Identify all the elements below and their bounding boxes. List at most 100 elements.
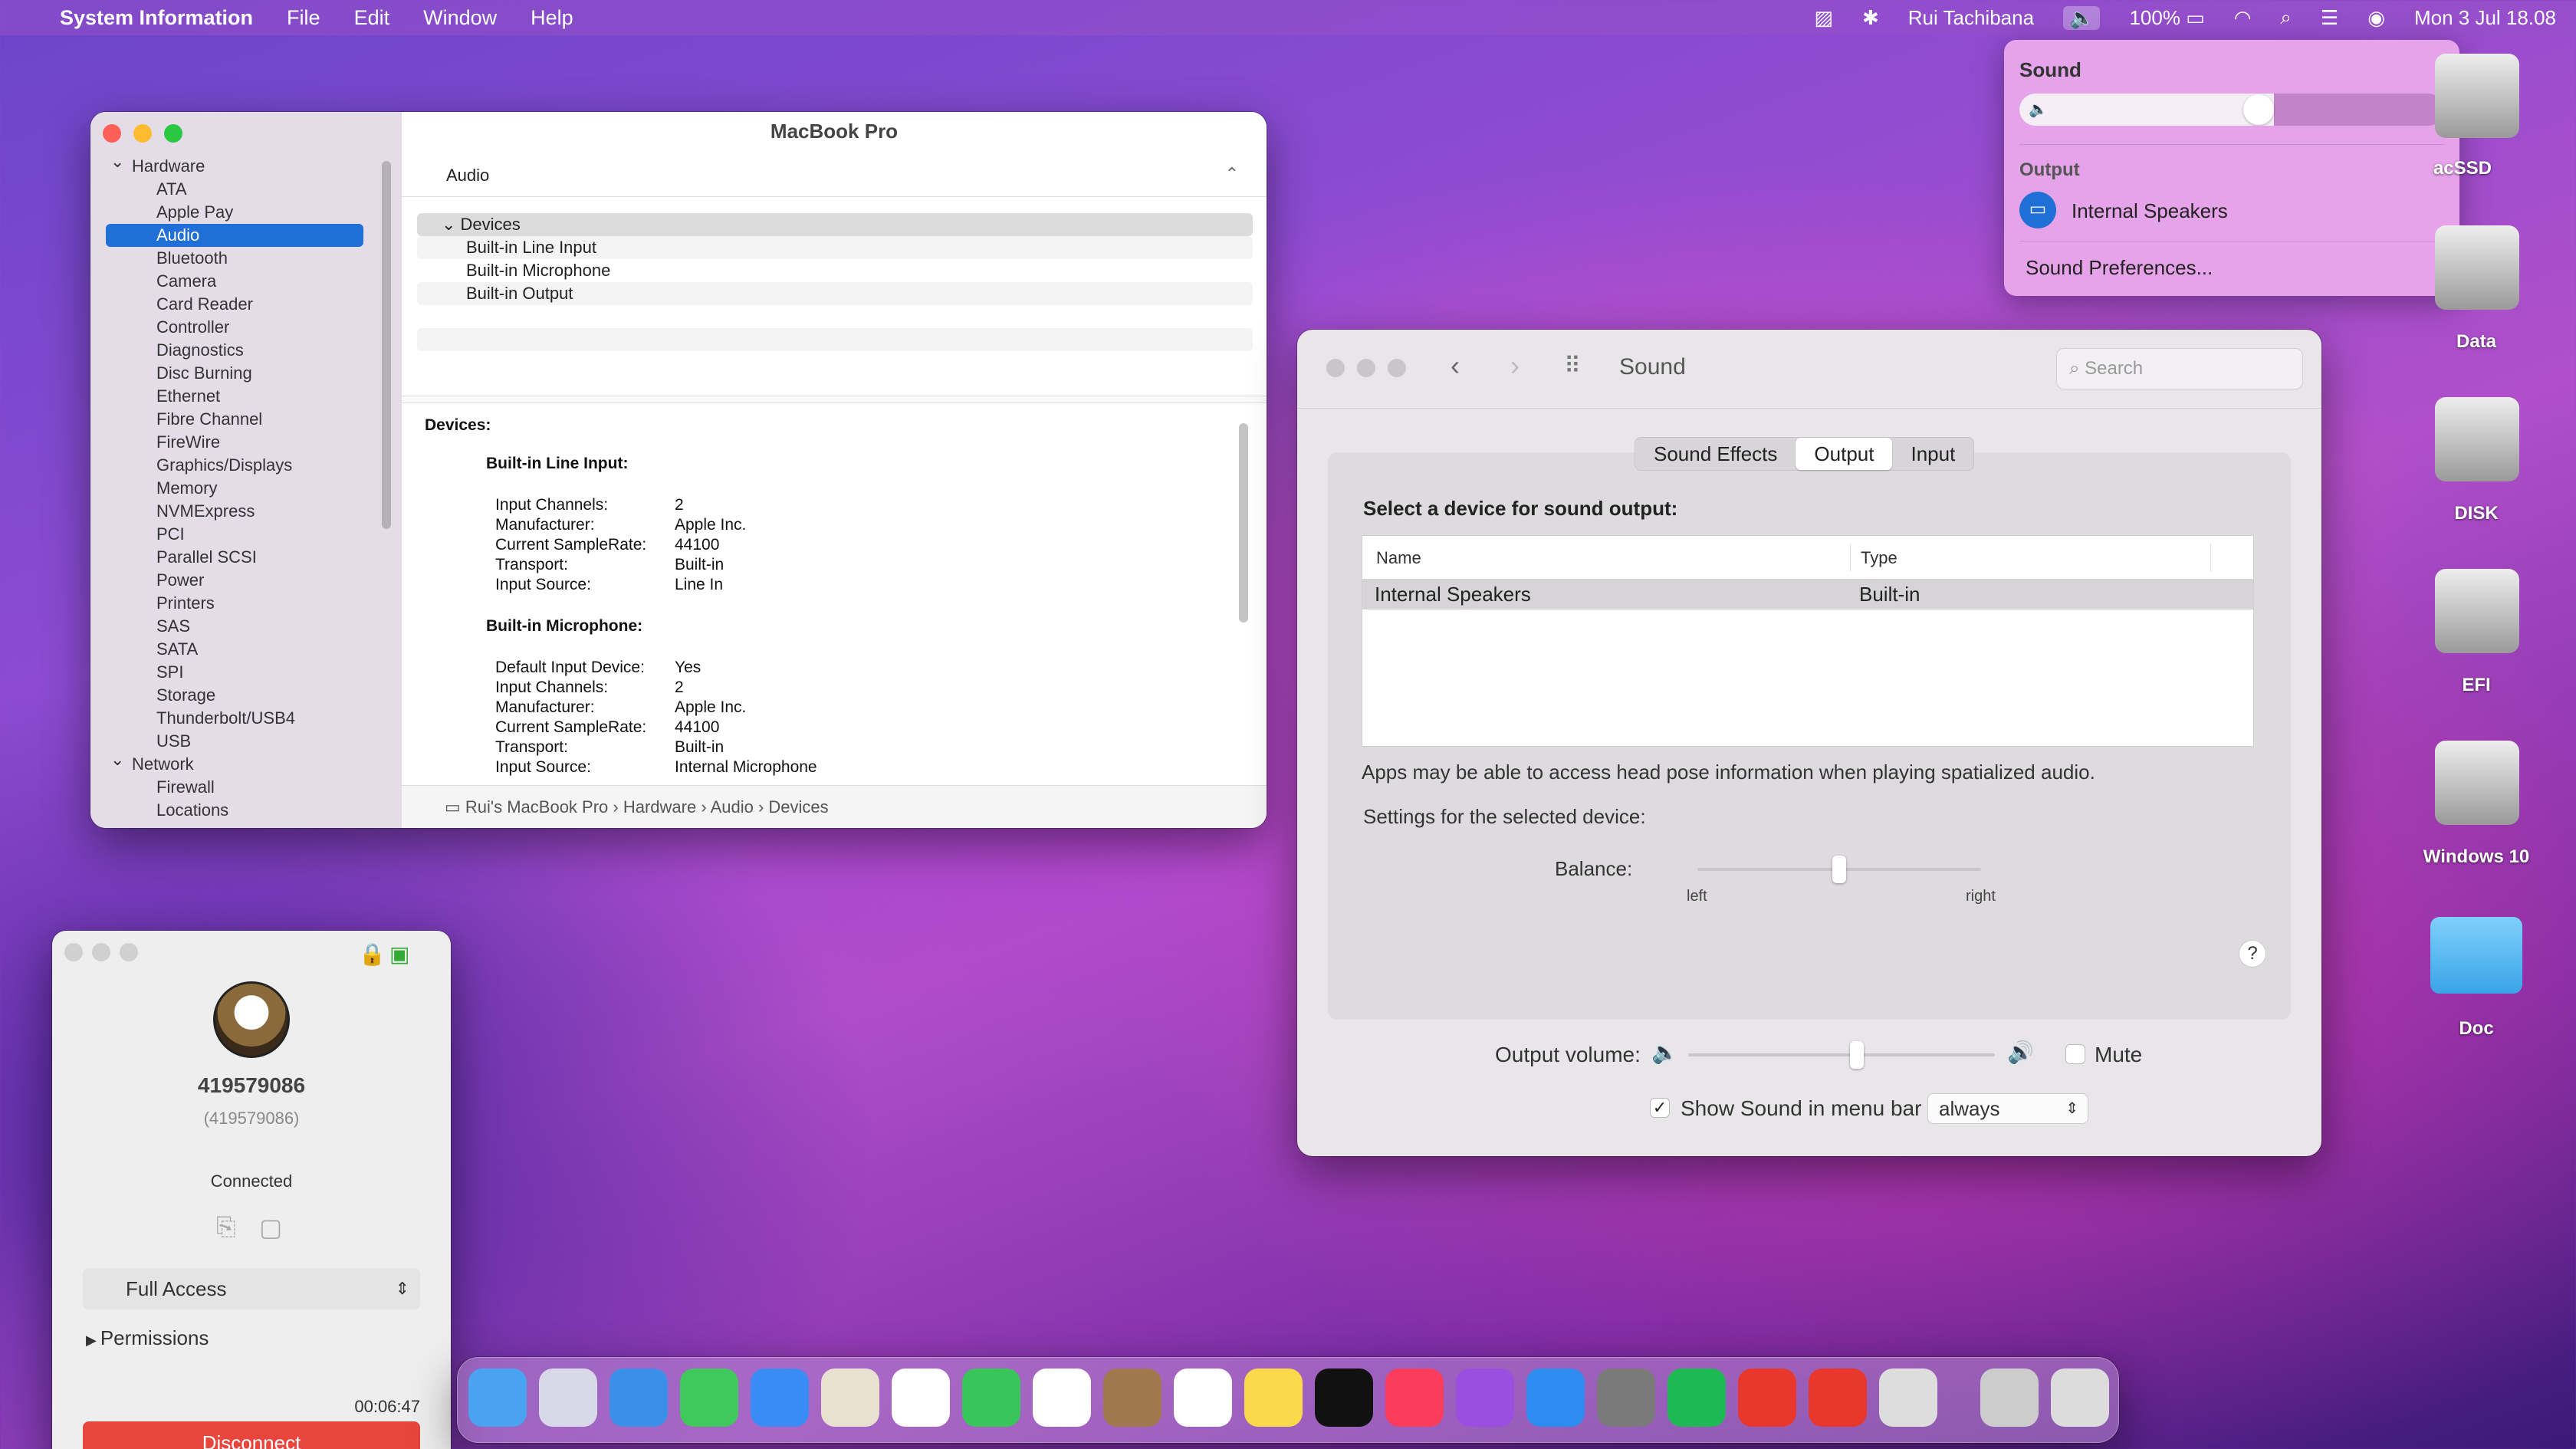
spotlight-icon[interactable]: ⌕ bbox=[2280, 5, 2292, 30]
split-divider[interactable] bbox=[402, 396, 1267, 403]
back-icon[interactable]: ‹ bbox=[1451, 350, 1460, 382]
balance-slider[interactable] bbox=[1697, 856, 1981, 883]
calendar-icon[interactable] bbox=[1033, 1368, 1091, 1427]
printer-icon[interactable] bbox=[1879, 1368, 1937, 1427]
sidebar-item-camera[interactable]: Camera bbox=[90, 270, 402, 293]
sound-icon[interactable]: 🔈 bbox=[2063, 5, 2101, 30]
breadcrumb-item[interactable]: Rui's MacBook Pro bbox=[465, 797, 608, 816]
output-volume-knob[interactable] bbox=[1850, 1041, 1864, 1069]
anydesk-icon[interactable] bbox=[1738, 1368, 1796, 1427]
sidebar-item-graphics-displays[interactable]: Graphics/Displays bbox=[90, 454, 402, 477]
podcasts-icon[interactable] bbox=[1456, 1368, 1514, 1427]
finder-icon[interactable] bbox=[468, 1368, 527, 1427]
tab-sound-effects[interactable]: Sound Effects bbox=[1635, 438, 1796, 470]
sidebar-item-spi[interactable]: SPI bbox=[90, 661, 402, 684]
close-button[interactable] bbox=[1326, 359, 1345, 377]
access-select[interactable]: Full Access ⇕ bbox=[83, 1268, 420, 1309]
balance-slider-knob[interactable] bbox=[1832, 856, 1846, 883]
tv-icon[interactable] bbox=[1315, 1368, 1373, 1427]
system-preferences-icon[interactable] bbox=[1597, 1368, 1655, 1427]
sidebar-item-apple-pay[interactable]: Apple Pay bbox=[90, 201, 402, 224]
sidebar-item-firewall[interactable]: Firewall bbox=[90, 776, 402, 799]
disk-icon[interactable] bbox=[2435, 54, 2519, 138]
app-store-icon[interactable] bbox=[1526, 1368, 1585, 1427]
sidebar-item-bluetooth[interactable]: Bluetooth bbox=[90, 247, 402, 270]
tree-row[interactable]: Built-in Line Input bbox=[417, 236, 1253, 259]
downloads-icon[interactable] bbox=[1980, 1368, 2039, 1427]
zoom-button[interactable] bbox=[120, 943, 138, 961]
close-button[interactable] bbox=[103, 124, 121, 143]
trash-icon[interactable] bbox=[2051, 1368, 2109, 1427]
col-header-type[interactable]: Type bbox=[1861, 548, 1898, 568]
disk-icon[interactable] bbox=[2435, 741, 2519, 825]
disk-icon[interactable] bbox=[2435, 397, 2519, 481]
sidebar-item-storage[interactable]: Storage bbox=[90, 684, 402, 707]
notes-icon[interactable] bbox=[1244, 1368, 1303, 1427]
safari-icon[interactable] bbox=[610, 1368, 668, 1427]
tree-group-devices[interactable]: ⌄ Devices bbox=[417, 213, 1253, 236]
breadcrumb-item[interactable]: Devices bbox=[768, 797, 828, 816]
search-field[interactable]: ⌕ Search bbox=[2056, 348, 2303, 389]
disk-icon[interactable] bbox=[2435, 569, 2519, 653]
show-in-menubar-checkbox[interactable]: ✓ bbox=[1650, 1098, 1670, 1118]
sidebar-item-fibre-channel[interactable]: Fibre Channel bbox=[90, 408, 402, 431]
mute-checkbox[interactable] bbox=[2065, 1044, 2085, 1064]
sidebar-item-audio[interactable]: Audio bbox=[106, 224, 363, 247]
sidebar-item-diagnostics[interactable]: Diagnostics bbox=[90, 339, 402, 362]
sidebar-item-power[interactable]: Power bbox=[90, 569, 402, 592]
sidebar-item-printers[interactable]: Printers bbox=[90, 592, 402, 615]
sidebar-item-ethernet[interactable]: Ethernet bbox=[90, 385, 402, 408]
permissions-disclosure[interactable]: ▶ Permissions bbox=[86, 1326, 209, 1350]
sound-preferences-link[interactable]: Sound Preferences... bbox=[2026, 256, 2213, 280]
menu-app-name[interactable]: System Information bbox=[60, 6, 253, 30]
sidebar-item-ata[interactable]: ATA bbox=[90, 178, 402, 201]
breadcrumb-item[interactable]: Audio bbox=[711, 797, 754, 816]
help-button[interactable]: ? bbox=[2239, 940, 2266, 968]
breadcrumb-item[interactable]: Hardware bbox=[623, 797, 696, 816]
tree-row[interactable]: Built-in Microphone bbox=[417, 259, 1253, 282]
music-icon[interactable] bbox=[1385, 1368, 1444, 1427]
tree-row[interactable]: Built-in Output bbox=[417, 282, 1253, 305]
tab-input[interactable]: Input bbox=[1892, 438, 1973, 470]
sidebar-item-sas[interactable]: SAS bbox=[90, 615, 402, 638]
menu-edit[interactable]: Edit bbox=[354, 6, 390, 30]
messages-icon[interactable] bbox=[680, 1368, 738, 1427]
detail-scrollbar[interactable] bbox=[1239, 423, 1248, 623]
sidebar-item-nvmexpress[interactable]: NVMExpress bbox=[90, 500, 402, 523]
sidebar-item-controller[interactable]: Controller bbox=[90, 316, 402, 339]
sidebar-group-network[interactable]: Network bbox=[90, 748, 402, 776]
sidebar-item-usb[interactable]: USB bbox=[90, 730, 402, 753]
launchpad-icon[interactable] bbox=[539, 1368, 597, 1427]
minimize-button[interactable] bbox=[92, 943, 110, 961]
sidebar-item-card-reader[interactable]: Card Reader bbox=[90, 293, 402, 316]
minimize-button[interactable] bbox=[133, 124, 152, 143]
menu-help[interactable]: Help bbox=[531, 6, 573, 30]
folder-icon[interactable] bbox=[2430, 917, 2522, 994]
anydesk-alt-icon[interactable] bbox=[1809, 1368, 1867, 1427]
photos-icon[interactable] bbox=[892, 1368, 950, 1427]
sidebar-scrollbar[interactable] bbox=[382, 161, 391, 529]
disk-icon[interactable] bbox=[2435, 225, 2519, 310]
file-transfer-icon[interactable]: ⎘ bbox=[216, 1213, 236, 1242]
sidebar-item-locations[interactable]: Locations bbox=[90, 799, 402, 822]
grid-icon[interactable]: ⠿ bbox=[1564, 353, 1581, 380]
sidebar-item-firewire[interactable]: FireWire bbox=[90, 431, 402, 454]
output-volume-slider[interactable] bbox=[1688, 1041, 1995, 1069]
contacts-icon[interactable] bbox=[1103, 1368, 1162, 1427]
chevron-up-icon[interactable]: ⌃ bbox=[1225, 164, 1239, 184]
sidebar-item-disc-burning[interactable]: Disc Burning bbox=[90, 362, 402, 385]
tab-output[interactable]: Output bbox=[1796, 438, 1893, 470]
forward-icon[interactable]: › bbox=[1510, 350, 1520, 382]
minimize-button[interactable] bbox=[1357, 359, 1375, 377]
battery-status[interactable]: 100% ▭ bbox=[2129, 6, 2204, 30]
table-row[interactable]: Internal Speakers Built-in bbox=[1362, 579, 2253, 610]
mail-icon[interactable] bbox=[751, 1368, 809, 1427]
sidebar-group-hardware[interactable]: Hardware bbox=[90, 150, 402, 178]
facetime-icon[interactable] bbox=[962, 1368, 1020, 1427]
sidebar-item-memory[interactable]: Memory bbox=[90, 477, 402, 500]
sidebar-item-thunderbolt-usb4[interactable]: Thunderbolt/USB4 bbox=[90, 707, 402, 730]
disconnect-button[interactable]: Disconnect bbox=[83, 1421, 420, 1449]
reminders-icon[interactable] bbox=[1174, 1368, 1232, 1427]
sidebar-item-sata[interactable]: SATA bbox=[90, 638, 402, 661]
menu-user-name[interactable]: Rui Tachibana bbox=[1908, 6, 2034, 30]
